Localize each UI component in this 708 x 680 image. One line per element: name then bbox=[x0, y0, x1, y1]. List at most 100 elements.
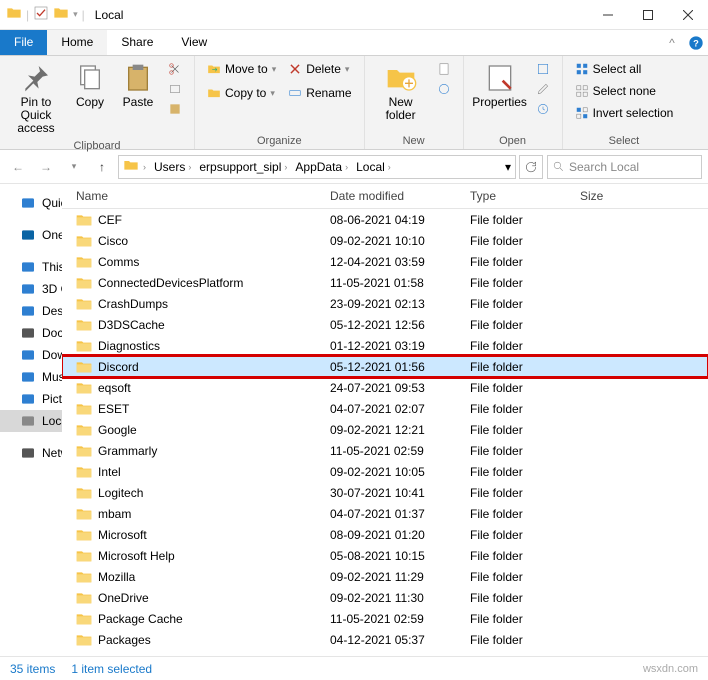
paste-icon bbox=[122, 62, 154, 94]
search-input[interactable]: Search Local bbox=[547, 155, 702, 179]
path-icon bbox=[168, 82, 182, 96]
sidebar-item[interactable]: OneDrive bbox=[0, 224, 62, 246]
crumb-dropdown-icon[interactable]: ▾ bbox=[505, 160, 511, 174]
table-row[interactable]: Logitech30-07-2021 10:41File folder bbox=[62, 482, 708, 503]
new-item-button[interactable] bbox=[433, 60, 455, 78]
title-bar: | ▾ | Local bbox=[0, 0, 708, 30]
maximize-button[interactable] bbox=[628, 0, 668, 30]
folder-icon bbox=[76, 570, 92, 584]
back-button[interactable]: ← bbox=[6, 155, 30, 179]
folder-icon bbox=[76, 213, 92, 227]
properties-button[interactable]: Properties bbox=[472, 60, 528, 111]
table-row[interactable]: Cisco09-02-2021 10:10File folder bbox=[62, 230, 708, 251]
edit-button[interactable] bbox=[532, 80, 554, 98]
forward-button[interactable]: → bbox=[34, 155, 58, 179]
paste-button[interactable]: Paste bbox=[116, 60, 160, 111]
move-to-button[interactable]: Move to▾ bbox=[203, 60, 280, 78]
new-folder-button[interactable]: New folder bbox=[373, 60, 429, 124]
table-row[interactable]: eqsoft24-07-2021 09:53File folder bbox=[62, 377, 708, 398]
refresh-button[interactable] bbox=[519, 155, 543, 179]
folder-icon bbox=[76, 276, 92, 290]
crumb-local[interactable]: Local› bbox=[352, 160, 395, 174]
copy-button[interactable]: Copy bbox=[68, 60, 112, 111]
sidebar-icon bbox=[20, 445, 36, 461]
table-row[interactable]: CEF08-06-2021 04:19File folder bbox=[62, 209, 708, 230]
pin-button[interactable]: Pin to Quick access bbox=[8, 60, 64, 138]
sidebar-item[interactable]: Desktop bbox=[0, 300, 62, 322]
tab-share[interactable]: Share bbox=[107, 30, 167, 55]
copy-path-button[interactable] bbox=[164, 80, 186, 98]
col-type[interactable]: Type bbox=[462, 184, 572, 208]
table-row[interactable]: Comms12-04-2021 03:59File folder bbox=[62, 251, 708, 272]
minimize-button[interactable] bbox=[588, 0, 628, 30]
sidebar-item[interactable]: Documents bbox=[0, 322, 62, 344]
table-row[interactable]: D3DSCache05-12-2021 12:56File folder bbox=[62, 314, 708, 335]
table-row[interactable]: OneDrive09-02-2021 11:30File folder bbox=[62, 587, 708, 608]
sidebar-item[interactable]: 3D Objects bbox=[0, 278, 62, 300]
table-row[interactable]: mbam04-07-2021 01:37File folder bbox=[62, 503, 708, 524]
sidebar-item[interactable]: Local Disk (C:) bbox=[0, 410, 62, 432]
file-list: Name Date modified Type Size CEF08-06-20… bbox=[62, 184, 708, 656]
tab-home[interactable]: Home bbox=[47, 30, 107, 55]
folder-icon bbox=[76, 528, 92, 542]
close-button[interactable] bbox=[668, 0, 708, 30]
easy-access-button[interactable] bbox=[433, 80, 455, 98]
sidebar-item[interactable]: This PC bbox=[0, 256, 62, 278]
copyto-icon bbox=[207, 86, 221, 100]
tab-file[interactable]: File bbox=[0, 30, 47, 55]
table-row[interactable]: Discord05-12-2021 01:56File folder bbox=[62, 356, 708, 377]
table-row[interactable]: Google09-02-2021 12:21File folder bbox=[62, 419, 708, 440]
table-row[interactable]: Grammarly11-05-2021 02:59File folder bbox=[62, 440, 708, 461]
table-row[interactable]: Package Cache11-05-2021 02:59File folder bbox=[62, 608, 708, 629]
sidebar-item[interactable]: Network bbox=[0, 442, 62, 464]
sidebar-icon bbox=[20, 259, 36, 275]
group-organize: Move to▾ Copy to▾ Delete▾ Rename Organiz… bbox=[195, 56, 365, 149]
table-row[interactable]: Mozilla09-02-2021 11:29File folder bbox=[62, 566, 708, 587]
crumb-users[interactable]: Users› bbox=[150, 160, 195, 174]
delete-button[interactable]: Delete▾ bbox=[284, 60, 355, 78]
sidebar-item[interactable]: Pictures bbox=[0, 388, 62, 410]
table-row[interactable]: Microsoft Help05-08-2021 10:15File folde… bbox=[62, 545, 708, 566]
table-row[interactable]: Intel09-02-2021 10:05File folder bbox=[62, 461, 708, 482]
checkbox-icon[interactable] bbox=[33, 5, 49, 24]
tab-view[interactable]: View bbox=[167, 30, 221, 55]
table-row[interactable]: Diagnostics01-12-2021 03:19File folder bbox=[62, 335, 708, 356]
copy-icon bbox=[74, 62, 106, 94]
help-icon[interactable]: ? bbox=[684, 30, 708, 55]
invert-selection-button[interactable]: Invert selection bbox=[571, 104, 678, 122]
table-row[interactable]: ESET04-07-2021 02:07File folder bbox=[62, 398, 708, 419]
table-row[interactable]: Microsoft08-09-2021 01:20File folder bbox=[62, 524, 708, 545]
crumb-user[interactable]: erpsupport_sipl› bbox=[195, 160, 291, 174]
sidebar-item[interactable]: Music bbox=[0, 366, 62, 388]
col-date[interactable]: Date modified bbox=[322, 184, 462, 208]
window-title: Local bbox=[91, 8, 588, 22]
table-row[interactable]: ConnectedDevicesPlatform11-05-2021 01:58… bbox=[62, 272, 708, 293]
breadcrumb[interactable]: › Users› erpsupport_sipl› AppData› Local… bbox=[118, 155, 516, 179]
copy-to-button[interactable]: Copy to▾ bbox=[203, 84, 280, 102]
folder-icon bbox=[76, 381, 92, 395]
folder-icon bbox=[76, 402, 92, 416]
rename-button[interactable]: Rename bbox=[284, 84, 355, 102]
col-size[interactable]: Size bbox=[572, 184, 708, 208]
folder-icon bbox=[76, 486, 92, 500]
recent-button[interactable]: ▾ bbox=[62, 155, 86, 179]
refresh-icon bbox=[524, 160, 538, 174]
table-row[interactable]: Packages04-12-2021 05:37File folder bbox=[62, 629, 708, 650]
ribbon-tabs: File Home Share View ^ ? bbox=[0, 30, 708, 56]
qat-divider: | bbox=[26, 8, 29, 22]
crumb-appdata[interactable]: AppData› bbox=[291, 160, 352, 174]
sidebar-item[interactable]: Downloads bbox=[0, 344, 62, 366]
open-button[interactable] bbox=[532, 60, 554, 78]
cut-button[interactable] bbox=[164, 60, 186, 78]
collapse-ribbon-icon[interactable]: ^ bbox=[660, 30, 684, 55]
table-row[interactable]: CrashDumps23-09-2021 02:13File folder bbox=[62, 293, 708, 314]
paste-shortcut-button[interactable] bbox=[164, 100, 186, 118]
select-all-button[interactable]: Select all bbox=[571, 60, 678, 78]
col-name[interactable]: Name bbox=[62, 184, 322, 208]
select-none-button[interactable]: Select none bbox=[571, 82, 678, 100]
history-button[interactable] bbox=[532, 100, 554, 118]
sidebar-item[interactable]: Quick access bbox=[0, 192, 62, 214]
up-button[interactable]: ↑ bbox=[90, 155, 114, 179]
folder-icon bbox=[76, 507, 92, 521]
qat-dropdown-icon[interactable]: ▾ bbox=[73, 9, 78, 20]
